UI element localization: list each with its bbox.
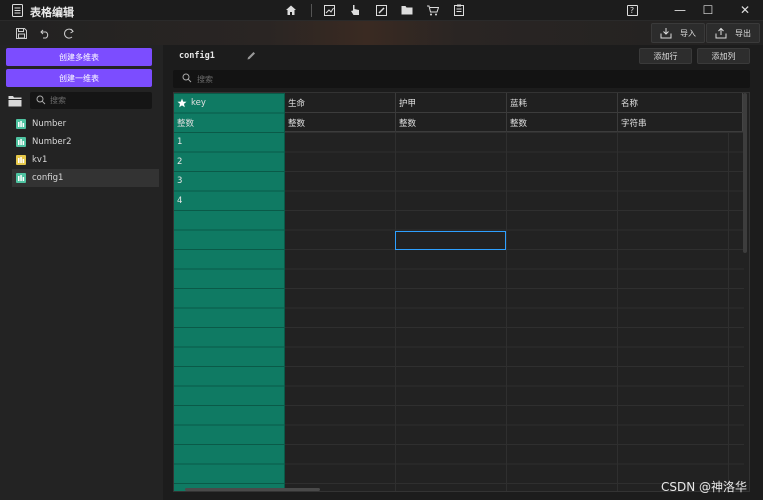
create-single-table-button[interactable]: 创建一维表 (6, 69, 152, 87)
key-cell[interactable]: 4 (177, 191, 182, 210)
config-title: config1 (179, 51, 215, 61)
minimize-button[interactable]: — (666, 1, 694, 19)
close-button[interactable]: ✕ (731, 1, 759, 19)
title-bar: 表格编辑 ? — ☐ ✕ (0, 0, 763, 21)
clipboard-icon[interactable] (452, 3, 466, 17)
grid-cells[interactable] (284, 132, 744, 491)
pointer-icon[interactable] (348, 3, 362, 17)
sidebar-item-kv1[interactable]: kv1 (12, 151, 159, 169)
column-header[interactable]: 护甲 (396, 93, 507, 112)
table-icon (16, 119, 26, 129)
pencil-icon[interactable] (246, 50, 257, 61)
table-search (173, 70, 750, 88)
horizontal-scrollbar[interactable] (185, 488, 320, 491)
open-folder-icon[interactable] (8, 95, 22, 107)
star-icon (177, 98, 187, 107)
import-label: 导入 (680, 28, 696, 38)
app-icon (12, 4, 23, 17)
import-icon (660, 28, 672, 39)
column-type[interactable]: 整数 (507, 113, 618, 132)
column-type[interactable]: 整数 (174, 113, 285, 132)
column-header[interactable]: 生命 (285, 93, 396, 112)
save-icon[interactable] (14, 26, 28, 40)
search-icon (182, 73, 192, 83)
edit-doc-icon[interactable] (374, 3, 388, 17)
home-icon[interactable] (284, 3, 298, 17)
cart-icon[interactable] (426, 3, 440, 17)
sidebar: 创建多维表 创建一维表 Number Number2 kv1 config1 (0, 45, 163, 500)
add-column-button[interactable]: 添加列 (697, 48, 750, 64)
redo-icon[interactable] (61, 26, 75, 40)
sidebar-item-label: kv1 (32, 155, 48, 165)
create-multi-table-button[interactable]: 创建多维表 (6, 48, 152, 66)
export-button[interactable]: 导出 (706, 23, 760, 43)
import-button[interactable]: 导入 (651, 23, 705, 43)
nav-separator (311, 4, 312, 17)
sidebar-search (30, 92, 152, 109)
column-header[interactable]: 名称 (618, 93, 729, 112)
help-button[interactable]: ? (618, 1, 646, 19)
vertical-scrollbar[interactable] (743, 93, 747, 253)
key-cell[interactable]: 1 (177, 133, 182, 152)
key-cell[interactable]: 2 (177, 152, 182, 171)
maximize-button[interactable]: ☐ (694, 1, 722, 19)
column-name: key (191, 97, 206, 108)
sidebar-item-label: Number (32, 119, 67, 129)
toolbar: 导入 导出 (0, 21, 763, 45)
sidebar-item-number2[interactable]: Number2 (12, 133, 159, 151)
main-panel: config1 添加行 添加列 key 生命 护甲 蓝耗 名称 整数 整数 整数… (163, 45, 763, 500)
add-row-button[interactable]: 添加行 (639, 48, 692, 64)
sidebar-item-label: Number2 (32, 137, 72, 147)
column-type[interactable]: 字符串 (618, 113, 729, 132)
table-icon (16, 155, 26, 165)
table-search-input[interactable] (197, 70, 737, 88)
undo-icon[interactable] (38, 26, 52, 40)
table-icon (16, 137, 26, 147)
sidebar-search-input[interactable] (50, 92, 150, 109)
column-header-key[interactable]: key (174, 93, 285, 112)
export-icon (715, 27, 727, 39)
export-label: 导出 (735, 28, 751, 38)
watermark: CSDN @神洛华 (661, 480, 748, 494)
column-type[interactable]: 整数 (396, 113, 507, 132)
key-cell[interactable]: 3 (177, 172, 182, 191)
column-type[interactable]: 整数 (285, 113, 396, 132)
app-title: 表格编辑 (30, 6, 74, 19)
folder-icon[interactable] (400, 3, 414, 17)
data-grid: key 生命 护甲 蓝耗 名称 整数 整数 整数 整数 字符串 1 2 3 4 (173, 92, 750, 492)
table-icon (16, 173, 26, 183)
column-header[interactable]: 蓝耗 (507, 93, 618, 112)
search-icon (36, 95, 46, 105)
sidebar-item-number[interactable]: Number (12, 115, 159, 133)
sidebar-item-label: config1 (32, 173, 64, 183)
key-column[interactable] (174, 93, 285, 491)
chart-icon[interactable] (322, 3, 336, 17)
selected-cell[interactable] (395, 231, 506, 250)
sidebar-item-config1[interactable]: config1 (12, 169, 159, 187)
